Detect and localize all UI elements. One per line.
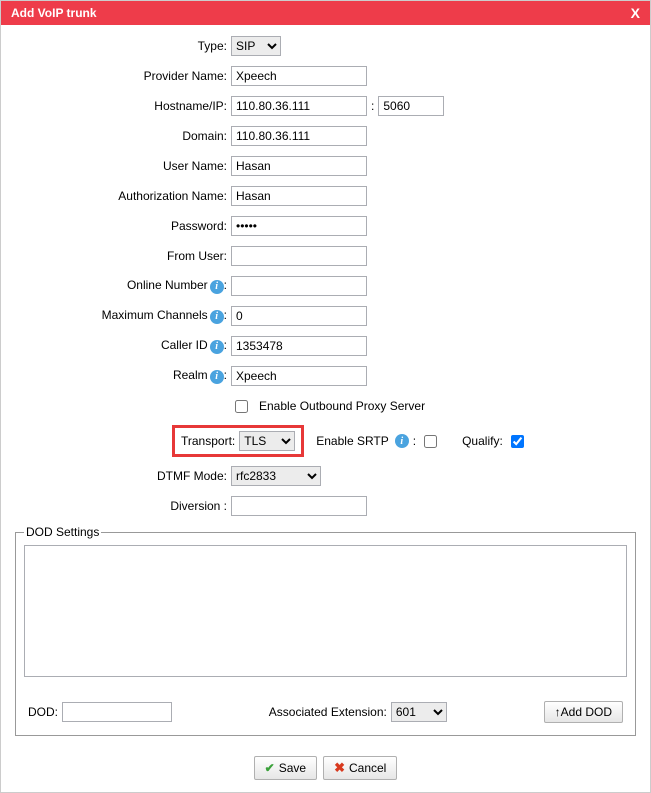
dod-settings-fieldset: DOD Settings DOD: Associated Extension: … [15,525,636,736]
row-diversion: Diversion : [15,495,636,517]
dialog-footer: ✔ Save ✖ Cancel [1,748,650,792]
add-dod-button[interactable]: ↑Add DOD [544,701,623,723]
x-icon: ✖ [334,760,345,776]
user-name-input[interactable] [231,156,367,176]
password-label: Password: [15,219,231,233]
dialog-title: Add VoIP trunk [11,6,97,20]
titlebar: Add VoIP trunk X [1,1,650,25]
type-label: Type: [15,39,231,53]
dod-list[interactable] [24,545,627,677]
info-icon[interactable]: i [210,280,224,294]
srtp-label: Enable SRTP [316,434,389,448]
info-icon[interactable]: i [210,310,224,324]
info-icon[interactable]: i [395,434,409,448]
domain-input[interactable] [231,126,367,146]
online-number-label: Online Number [127,278,208,292]
provider-name-label: Provider Name: [15,69,231,83]
caller-id-label: Caller ID [161,338,208,352]
row-caller-id: Caller IDi [15,335,636,357]
provider-name-input[interactable] [231,66,367,86]
port-separator: : [371,99,374,113]
assoc-ext-select[interactable]: 601 [391,702,447,722]
row-dtmf: DTMF Mode: rfc2833 [15,465,636,487]
dod-legend: DOD Settings [24,525,101,539]
realm-input[interactable] [231,366,367,386]
row-realm: Realmi [15,365,636,387]
hostname-input[interactable] [231,96,367,116]
row-user-name: User Name: [15,155,636,177]
close-icon[interactable]: X [631,5,640,21]
auth-name-label: Authorization Name: [15,189,231,203]
type-select[interactable]: SIP [231,36,281,56]
dod-label: DOD: [28,705,58,719]
transport-label: Transport: [181,434,235,448]
row-online-number: Online Numberi [15,275,636,297]
from-user-label: From User: [15,249,231,263]
srtp-checkbox[interactable] [424,435,437,448]
transport-select[interactable]: TLS [239,431,295,451]
diversion-input[interactable] [231,496,367,516]
qualify-label: Qualify: [462,434,503,448]
from-user-input[interactable] [231,246,367,266]
hostname-label: Hostname/IP: [15,99,231,113]
row-auth-name: Authorization Name: [15,185,636,207]
transport-highlight: Transport: TLS [172,425,304,457]
row-from-user: From User: [15,245,636,267]
auth-name-input[interactable] [231,186,367,206]
port-input[interactable] [378,96,444,116]
row-domain: Domain: [15,125,636,147]
max-channels-input[interactable] [231,306,367,326]
max-channels-label: Maximum Channels [102,308,208,322]
domain-label: Domain: [15,129,231,143]
info-icon[interactable]: i [210,370,224,384]
row-hostname: Hostname/IP: : [15,95,636,117]
row-proxy: Enable Outbound Proxy Server [15,395,636,417]
save-button[interactable]: ✔ Save [254,756,317,780]
row-transport: Transport: TLS Enable SRTPi: Qualify: [15,425,636,457]
add-voip-trunk-dialog: Add VoIP trunk X Type: SIP Provider Name… [0,0,651,793]
realm-label: Realm [173,368,208,382]
form-body: Type: SIP Provider Name: Hostname/IP: : … [1,25,650,517]
user-name-label: User Name: [15,159,231,173]
diversion-label: Diversion : [15,499,231,513]
online-number-input[interactable] [231,276,367,296]
row-password: Password: [15,215,636,237]
dtmf-label: DTMF Mode: [15,469,231,483]
dtmf-select[interactable]: rfc2833 [231,466,321,486]
qualify-checkbox[interactable] [511,435,524,448]
cancel-button[interactable]: ✖ Cancel [323,756,397,780]
row-max-channels: Maximum Channelsi [15,305,636,327]
row-provider-name: Provider Name: [15,65,636,87]
assoc-ext-label: Associated Extension: [269,705,387,719]
row-type: Type: SIP [15,35,636,57]
dod-input[interactable] [62,702,172,722]
check-icon: ✔ [265,761,275,775]
proxy-checkbox[interactable] [235,400,248,413]
proxy-label: Enable Outbound Proxy Server [259,399,425,413]
caller-id-input[interactable] [231,336,367,356]
password-input[interactable] [231,216,367,236]
info-icon[interactable]: i [210,340,224,354]
